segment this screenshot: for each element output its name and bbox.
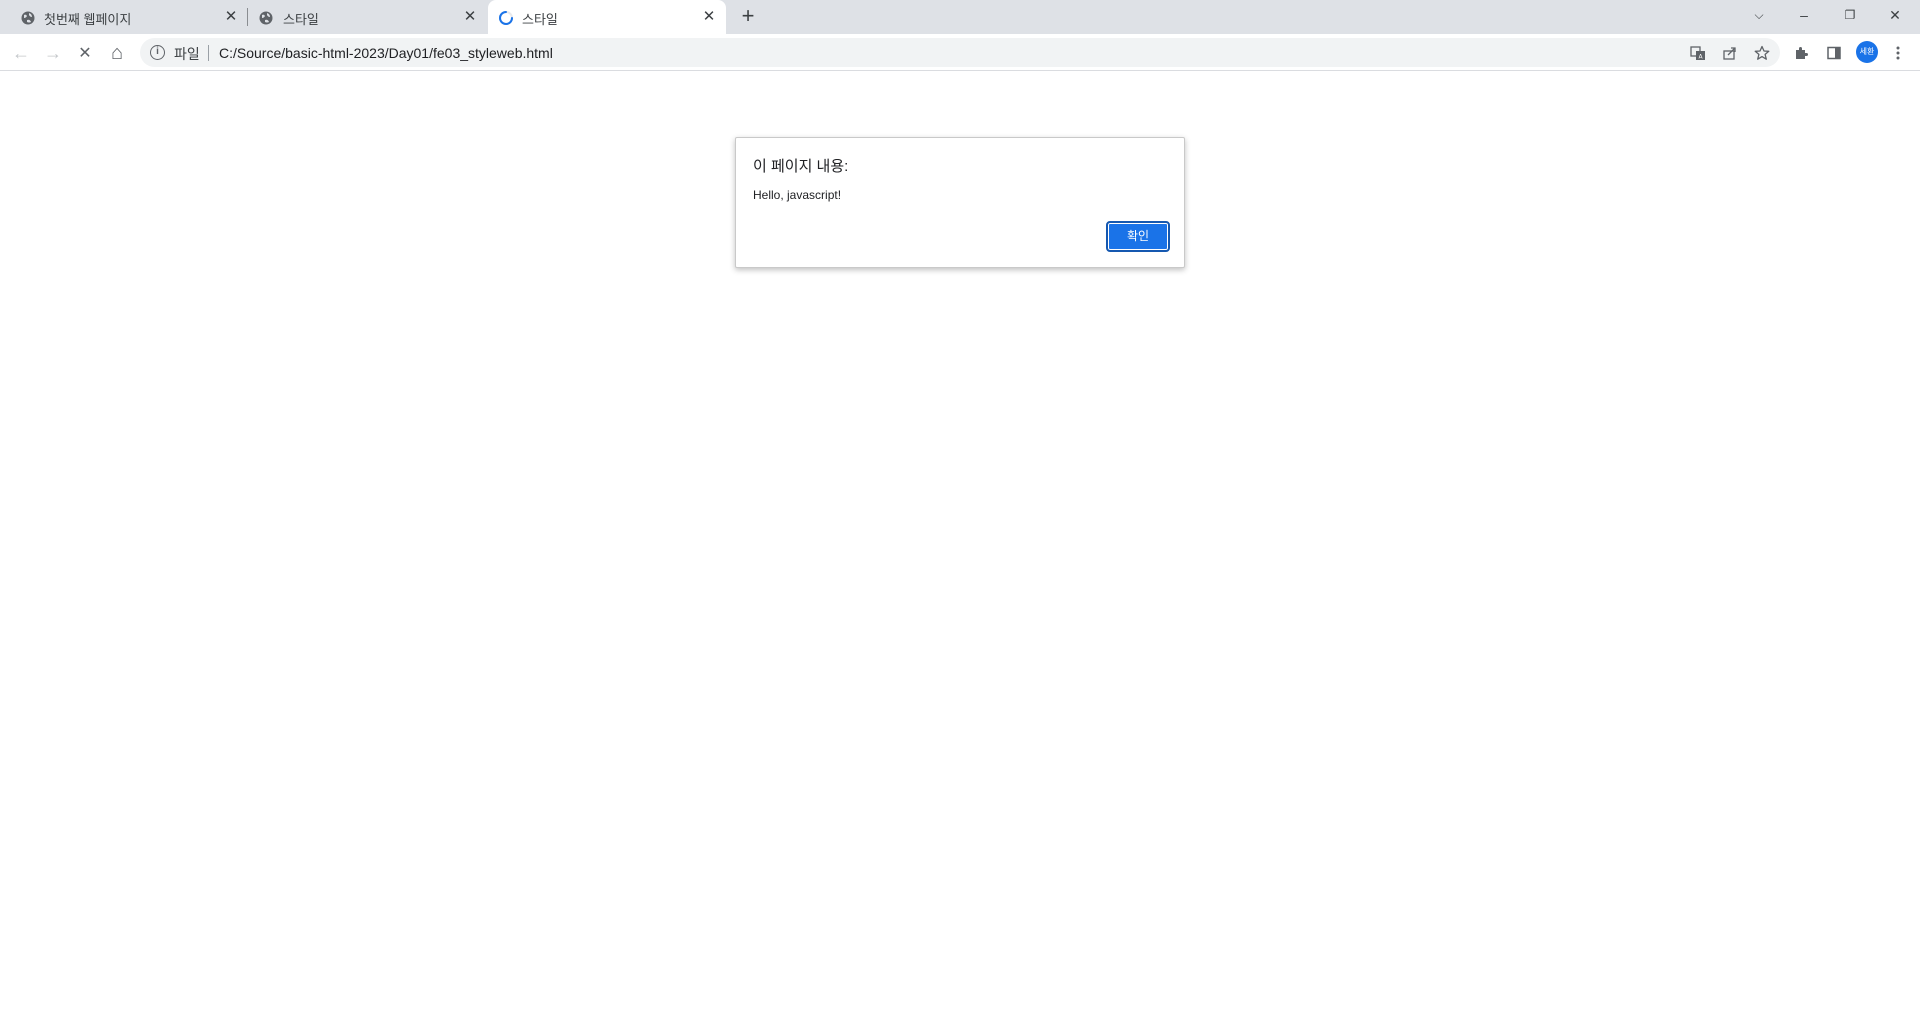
tab-style-1[interactable]: 스타일 ✕ — [250, 0, 486, 34]
address-bar[interactable]: i 파일 C:/Source/basic-html-2023/Day01/fe0… — [140, 38, 1780, 67]
extensions-puzzle-icon[interactable] — [1788, 40, 1814, 66]
forward-button[interactable]: → — [40, 40, 66, 66]
tab-title: 첫번째 웹페이지 — [44, 12, 132, 27]
share-icon[interactable] — [1720, 43, 1740, 63]
browser-toolbar: ← → ✕ ⌂ i 파일 C:/Source/basic-html-2023/D… — [0, 34, 1920, 71]
globe-icon — [20, 10, 36, 26]
url-text[interactable]: C:/Source/basic-html-2023/Day01/fe03_sty… — [219, 45, 553, 61]
globe-icon — [258, 10, 274, 26]
alert-dialog: 이 페이지 내용: Hello, javascript! 확인 — [735, 137, 1185, 268]
omnibox-divider — [208, 45, 209, 61]
close-window-button[interactable]: ✕ — [1880, 4, 1910, 26]
dialog-message: Hello, javascript! — [753, 188, 842, 202]
tab-divider — [247, 8, 248, 26]
dialog-title: 이 페이지 내용: — [753, 158, 849, 175]
page-content: 이 페이지 내용: Hello, javascript! 확인 — [0, 71, 1920, 1031]
home-button[interactable]: ⌂ — [104, 40, 130, 66]
tab-title: 스타일 — [283, 12, 319, 27]
close-tab-icon[interactable]: ✕ — [462, 9, 478, 25]
restore-button[interactable]: ❐ — [1835, 4, 1865, 26]
profile-avatar[interactable]: 세환 — [1856, 41, 1878, 63]
scheme-label: 파일 — [174, 46, 200, 62]
minimize-button[interactable]: – — [1789, 4, 1819, 26]
tab-style-active[interactable]: 스타일 ✕ — [488, 0, 726, 34]
tab-title: 스타일 — [522, 12, 558, 27]
new-tab-button[interactable]: + — [736, 5, 760, 28]
info-icon[interactable]: i — [150, 45, 165, 60]
loading-spinner-icon — [498, 10, 514, 26]
bookmark-star-icon[interactable] — [1752, 43, 1772, 63]
stop-loading-button[interactable]: ✕ — [72, 40, 98, 66]
close-tab-icon[interactable]: ✕ — [701, 9, 717, 25]
tab-first-webpage[interactable]: 첫번째 웹페이지 ✕ — [0, 0, 244, 34]
back-button[interactable]: ← — [8, 40, 34, 66]
menu-kebab-icon[interactable] — [1885, 40, 1911, 66]
tab-search-icon[interactable]: ⌵ — [1744, 4, 1774, 26]
side-panel-icon[interactable] — [1821, 40, 1847, 66]
translate-icon[interactable]: A — [1688, 43, 1708, 63]
ok-button[interactable]: 확인 — [1106, 221, 1170, 252]
tab-strip: 첫번째 웹페이지 ✕ 스타일 ✕ 스타일 ✕ + ⌵ – ❐ ✕ — [0, 0, 1920, 34]
close-tab-icon[interactable]: ✕ — [223, 9, 239, 25]
